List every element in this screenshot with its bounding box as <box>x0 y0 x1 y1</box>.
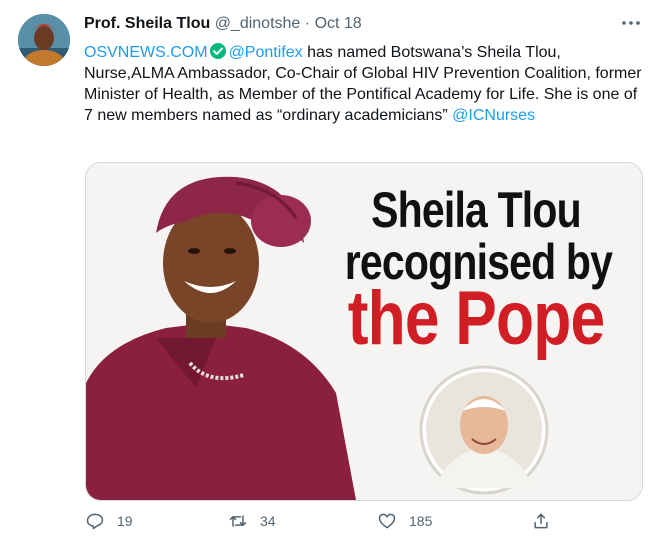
retweet-count: 34 <box>260 513 276 529</box>
more-dots-icon[interactable] <box>620 14 642 32</box>
like-count: 185 <box>409 513 433 529</box>
tweet-timestamp[interactable]: Oct 18 <box>315 15 362 32</box>
like-icon <box>378 513 396 529</box>
share-button[interactable] <box>531 510 563 532</box>
tweet-actions: 19 34 185 <box>85 506 641 536</box>
avatar[interactable] <box>18 14 70 66</box>
author-name[interactable]: Prof. Sheila Tlou <box>84 15 210 32</box>
tweet-text: OSVNEWS.COM @Pontifex has named Botswana’… <box>84 42 644 126</box>
link-osvnews[interactable]: OSVNEWS.COM <box>84 44 208 61</box>
mention-icnurses[interactable]: @ICNurses <box>452 107 535 124</box>
media-headline-line1: Sheila Tlou <box>371 182 581 238</box>
like-button[interactable]: 185 <box>377 510 432 532</box>
header-separator: · <box>304 15 311 32</box>
retweet-icon <box>229 515 247 527</box>
reply-count: 19 <box>117 513 133 529</box>
verified-badge-icon <box>209 42 227 60</box>
mention-pontifex[interactable]: @Pontifex <box>229 44 303 61</box>
tweet-header: Prof. Sheila Tlou @_dinotshe · Oct 18 <box>84 14 362 34</box>
tweet: Prof. Sheila Tlou @_dinotshe · Oct 18 OS… <box>0 0 660 543</box>
reply-icon <box>86 513 104 530</box>
reply-button[interactable]: 19 <box>85 510 133 532</box>
author-handle[interactable]: @_dinotshe <box>215 15 301 32</box>
retweet-button[interactable]: 34 <box>228 510 276 532</box>
share-icon <box>534 513 548 529</box>
media-headline-line3: the Pope <box>347 276 605 361</box>
avatar-image <box>18 14 70 66</box>
tweet-media-image[interactable]: Sheila Tlou recognised by the Pope <box>85 162 643 501</box>
